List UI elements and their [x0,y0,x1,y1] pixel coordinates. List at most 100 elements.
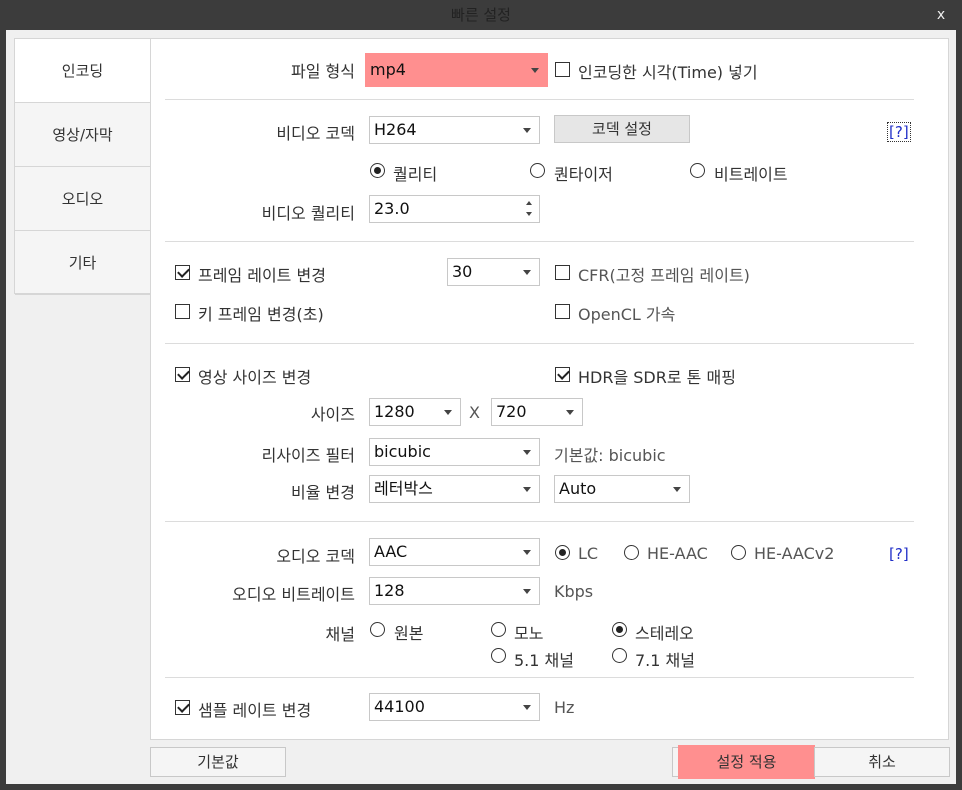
chevron-down-icon [523,450,531,455]
keyframe-label: 키 프레임 변경(초) [198,305,324,324]
framerate-select[interactable]: 30 [447,258,540,286]
video-help-link[interactable]: [?] [887,122,911,142]
file-format-value: mp4 [370,60,406,79]
section-divider [165,677,914,678]
channel-5-1-radio[interactable] [491,648,506,663]
hdr-tonemap-label: HDR을 SDR로 톤 매핑 [578,368,736,387]
profile-he-aac-label: HE-AAC [647,544,708,563]
video-codec-value: H264 [374,120,417,139]
chevron-down-icon [531,68,539,73]
file-format-select[interactable]: mp4 [365,53,548,87]
samplerate-checkbox[interactable] [175,700,190,715]
channel-5-1-label: 5.1 채널 [514,651,574,670]
channel-7-1-label: 7.1 채널 [635,651,695,670]
section-divider [165,521,914,522]
sidebar-item-encoding[interactable]: 인코딩 [15,39,150,103]
bitrate-mode-label: 비트레이트 [714,165,788,184]
audio-bitrate-unit: Kbps [554,582,594,601]
apply-button[interactable]: 설정 적용 [678,745,815,779]
chevron-down-icon [523,487,531,492]
window-title: 빠른 설정 [451,6,511,24]
channel-mono-label: 모노 [514,624,544,643]
cfr-label: CFR(고정 프레임 레이트) [578,266,750,285]
size-label: 사이즈 [310,405,355,424]
change-size-checkbox[interactable] [175,367,190,382]
change-framerate-checkbox[interactable] [175,265,190,280]
default-button[interactable]: 기본값 [150,747,286,777]
samplerate-label: 샘플 레이트 변경 [198,701,312,720]
video-quality-spinbox[interactable]: 23.0 [369,195,540,223]
quality-mode-label: 퀄리티 [393,165,438,184]
ratio-value: 레터박스 [374,479,433,498]
width-select[interactable]: 1280 [369,398,461,426]
section-divider [165,343,914,344]
video-codec-select[interactable]: H264 [369,116,540,144]
channel-7-1-radio[interactable] [612,648,627,663]
framerate-value: 30 [452,262,473,281]
chevron-down-icon [566,410,574,415]
cancel-button[interactable]: 취소 [814,747,950,777]
close-button[interactable]: x [928,0,954,30]
resize-filter-default-hint: 기본값: bicubic [554,446,666,465]
channel-stereo-radio[interactable] [612,622,627,637]
sidebar-item-audio[interactable]: 오디오 [15,167,150,231]
profile-he-aac-radio[interactable] [624,545,639,560]
width-value: 1280 [374,402,415,421]
chevron-down-icon [523,705,531,710]
channel-original-label: 원본 [394,624,424,643]
profile-lc-radio[interactable] [555,545,570,560]
ratio-auto-value: Auto [559,479,597,498]
profile-he-aacv2-label: HE-AACv2 [754,544,835,563]
opencl-label: OpenCL 가속 [578,305,676,324]
insert-time-label: 인코딩한 시각(Time) 넣기 [578,63,758,82]
sidebar-item-other[interactable]: 기타 [15,231,150,295]
change-framerate-label: 프레임 레이트 변경 [198,266,326,285]
cfr-checkbox[interactable] [555,265,570,280]
samplerate-unit: Hz [554,698,575,717]
height-select[interactable]: 720 [491,398,583,426]
chevron-down-icon [523,550,531,555]
change-size-label: 영상 사이즈 변경 [198,368,312,387]
channel-mono-radio[interactable] [491,622,506,637]
quality-mode-radio[interactable] [370,163,385,178]
chevron-down-icon [523,589,531,594]
audio-codec-value: AAC [374,542,408,561]
height-value: 720 [496,402,527,421]
bitrate-mode-radio[interactable] [690,163,705,178]
resize-filter-value: bicubic [374,442,431,461]
resize-filter-label: 리사이즈 필터 [261,446,355,465]
sidebar: 인코딩 영상/자막 오디오 기타 [14,38,151,295]
channel-label: 채널 [325,625,355,644]
quantizer-mode-radio[interactable] [530,163,545,178]
video-quality-label: 비디오 퀄리티 [261,204,355,223]
hdr-tonemap-checkbox[interactable] [555,367,570,382]
profile-he-aacv2-radio[interactable] [731,545,746,560]
audio-bitrate-select[interactable]: 128 [369,577,540,605]
size-x-label: X [469,403,480,422]
section-divider [165,99,914,100]
audio-codec-select[interactable]: AAC [369,538,540,566]
audio-bitrate-value: 128 [374,581,405,600]
insert-time-checkbox[interactable] [555,62,570,77]
audio-help-link[interactable]: [?] [889,545,909,563]
spinner-arrows-icon[interactable] [523,196,537,222]
profile-lc-label: LC [578,544,599,563]
video-quality-value: 23.0 [374,199,410,218]
file-format-label: 파일 형식 [291,62,355,81]
quantizer-mode-label: 퀀타이저 [554,165,613,184]
opencl-checkbox[interactable] [555,304,570,319]
resize-filter-select[interactable]: bicubic [369,438,540,466]
samplerate-value: 44100 [374,697,425,716]
chevron-down-icon [444,410,452,415]
sidebar-item-video-subtitle[interactable]: 영상/자막 [15,103,150,167]
codec-settings-button[interactable]: 코덱 설정 [554,115,690,143]
section-divider [165,241,914,242]
samplerate-select[interactable]: 44100 [369,693,540,721]
chevron-down-icon [523,270,531,275]
ratio-label: 비율 변경 [291,483,355,502]
ratio-auto-select[interactable]: Auto [554,475,690,503]
channel-original-radio[interactable] [370,622,385,637]
video-codec-label: 비디오 코덱 [276,124,355,143]
keyframe-checkbox[interactable] [175,304,190,319]
ratio-select[interactable]: 레터박스 [369,475,540,503]
